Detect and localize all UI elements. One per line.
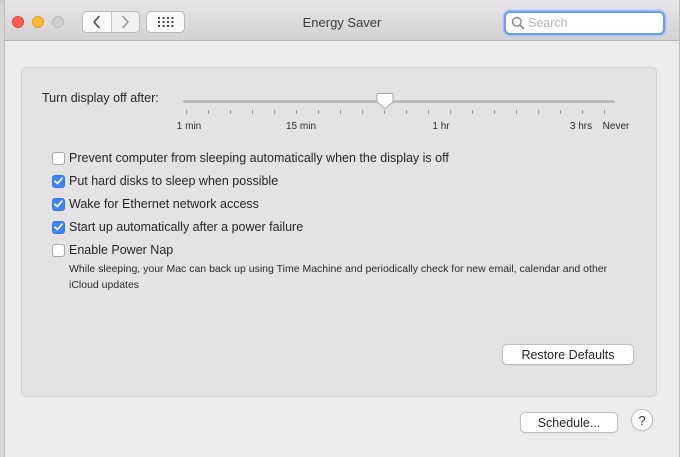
slider-tick <box>516 110 517 114</box>
slider-tick <box>582 110 583 114</box>
title-bar: Energy Saver <box>5 0 679 41</box>
disk-sleep-label: Put hard disks to sleep when possible <box>69 174 279 188</box>
slider-tick <box>274 110 275 114</box>
slider-tick <box>472 110 473 114</box>
search-field[interactable] <box>504 11 665 35</box>
preferences-window: Energy Saver Turn display off after: <box>4 0 680 457</box>
slider-tick <box>384 110 385 114</box>
slider-tick <box>186 110 187 114</box>
slider-tick <box>538 110 539 114</box>
slider-tick <box>318 110 319 114</box>
help-button[interactable]: ? <box>631 409 653 431</box>
restore-defaults-button[interactable]: Restore Defaults <box>502 344 634 365</box>
schedule-button[interactable]: Schedule... <box>520 412 618 433</box>
checkmark-icon <box>54 223 63 231</box>
auto-startup-checkbox[interactable] <box>52 220 65 234</box>
slider-knob[interactable] <box>376 92 394 110</box>
disk-sleep-option[interactable]: Put hard disks to sleep when possible <box>52 174 278 188</box>
slider-tick <box>208 110 209 114</box>
slider-tick <box>560 110 561 114</box>
search-icon <box>511 16 525 30</box>
slider-tick <box>428 110 429 114</box>
slider-tick <box>406 110 407 114</box>
slider-tick <box>450 110 451 114</box>
slider-tick <box>494 110 495 114</box>
prevent-sleep-checkbox[interactable] <box>52 151 65 165</box>
prevent-sleep-option[interactable]: Prevent computer from sleeping automatic… <box>52 151 449 165</box>
disk-sleep-checkbox[interactable] <box>52 174 65 188</box>
tick-label-never: Never <box>602 121 630 132</box>
settings-panel: Turn display off after: 1 min 15 min 1 h… <box>21 67 657 397</box>
power-nap-label: Enable Power Nap <box>69 243 174 257</box>
slider-tick <box>340 110 341 114</box>
search-input[interactable] <box>528 15 658 31</box>
slider-tick <box>296 110 297 114</box>
power-nap-option[interactable]: Enable Power Nap <box>52 243 173 257</box>
tick-label-1-hr: 1 hr <box>432 121 450 132</box>
power-nap-description: While sleeping, your Mac can back up usi… <box>69 263 608 291</box>
display-sleep-label: Turn display off after: <box>42 91 159 105</box>
display-sleep-slider-track[interactable] <box>183 100 615 103</box>
tick-label-15-min: 15 min <box>285 121 317 132</box>
tick-label-1-min: 1 min <box>176 121 202 132</box>
checkmark-icon <box>54 177 63 185</box>
checkmark-icon <box>54 200 63 208</box>
power-nap-checkbox[interactable] <box>52 243 65 257</box>
slider-tick <box>252 110 253 114</box>
prevent-sleep-label: Prevent computer from sleeping automatic… <box>69 151 449 165</box>
auto-startup-label: Start up automatically after a power fai… <box>69 220 304 234</box>
tick-label-3-hrs: 3 hrs <box>569 121 593 132</box>
wake-ethernet-option[interactable]: Wake for Ethernet network access <box>52 197 259 211</box>
wake-ethernet-checkbox[interactable] <box>52 197 65 211</box>
auto-startup-option[interactable]: Start up automatically after a power fai… <box>52 220 303 234</box>
slider-tick <box>230 110 231 114</box>
slider-tick <box>604 110 605 114</box>
slider-tick <box>362 110 363 114</box>
wake-ethernet-label: Wake for Ethernet network access <box>69 197 259 211</box>
